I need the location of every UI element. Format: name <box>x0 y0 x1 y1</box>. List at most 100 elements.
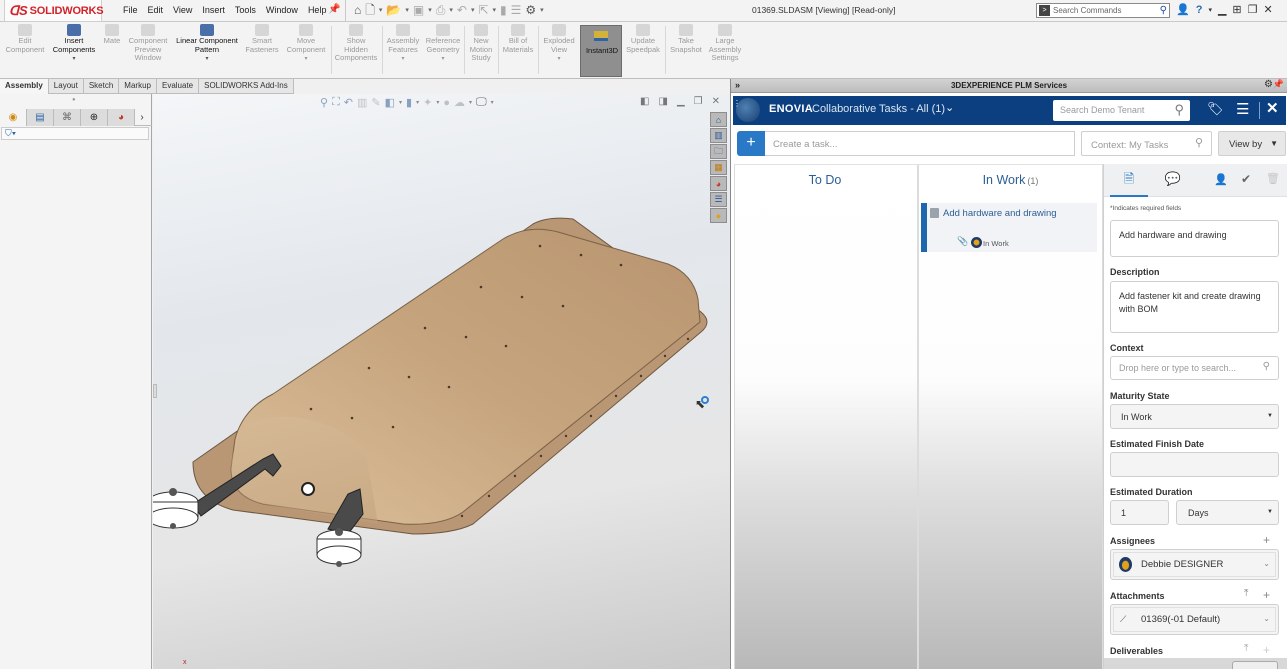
assign-user-icon[interactable]: 👤 <box>1214 173 1228 186</box>
assembly-model[interactable] <box>153 94 730 669</box>
tab-layout[interactable]: Layout <box>48 79 84 94</box>
mate-button[interactable]: Mate <box>100 24 124 46</box>
file-properties-icon[interactable]: ☰ <box>511 3 522 17</box>
design-library-icon[interactable]: ▥ <box>710 128 727 143</box>
dimxpert-icon[interactable]: ⊕ <box>81 109 108 126</box>
chevron-down-icon[interactable]: ▾ <box>405 6 409 14</box>
panel-grip-icon[interactable]: ● <box>72 97 76 103</box>
checkmark-icon[interactable]: ✔ <box>1241 172 1251 186</box>
instant3d-button[interactable]: Instant3D <box>580 25 622 77</box>
title-field[interactable]: Add hardware and drawing <box>1110 220 1279 257</box>
footer-button[interactable] <box>1232 661 1278 669</box>
solidworks-logo[interactable]: ꓷS SOLIDWORKS <box>4 0 104 22</box>
close-icon[interactable]: ✕ <box>1264 3 1273 16</box>
context-field[interactable]: Drop here or type to search... ⚲ <box>1110 356 1279 380</box>
configuration-manager-icon[interactable]: ⌘ <box>54 109 81 126</box>
upload-icon[interactable]: ⤒ <box>1244 588 1248 599</box>
user-icon[interactable]: 👤 <box>1176 3 1190 16</box>
add-task-button[interactable]: + <box>737 131 765 156</box>
search-icon[interactable]: ⚲ <box>1174 102 1184 118</box>
assembly-features-button[interactable]: Assembly Features ▾ <box>385 24 421 62</box>
print-icon[interactable]: ⎙ <box>436 3 446 17</box>
chevron-down-icon[interactable]: ▾ <box>1208 6 1212 14</box>
add-attachment-icon[interactable]: + <box>1263 588 1270 602</box>
menu-insert[interactable]: Insert <box>197 4 230 16</box>
reference-geometry-button[interactable]: Reference Geometry ▾ <box>424 24 462 62</box>
upload-icon[interactable]: ⤒ <box>1244 643 1248 654</box>
smart-fasteners-button[interactable]: Smart Fasteners <box>243 24 281 54</box>
close-icon[interactable]: ✕ <box>1266 99 1279 117</box>
options-gear-icon[interactable]: ⚙ <box>525 3 536 17</box>
gear-icon[interactable]: ⚙ <box>1264 79 1273 90</box>
component-preview-window-button[interactable]: Component Preview Window <box>126 24 170 63</box>
drag-handle-icon[interactable]: ⋮ <box>733 100 741 108</box>
menu-tools[interactable]: Tools <box>230 4 261 16</box>
home-icon[interactable]: ⌂ <box>354 3 361 17</box>
select-icon[interactable]: ⇱ <box>478 3 488 17</box>
undo-icon[interactable]: ↶ <box>457 3 467 17</box>
rebuild-icon[interactable]: ▮ <box>500 3 507 17</box>
new-motion-study-button[interactable]: New Motion Study <box>466 24 496 63</box>
tab-sketch[interactable]: Sketch <box>83 79 120 94</box>
attachment-item[interactable]: ⟋ 01369(-01 Default) ⌄ <box>1110 604 1279 635</box>
save-icon[interactable]: ▣ <box>413 3 424 17</box>
duration-unit-select[interactable]: Days ▼ <box>1176 500 1279 525</box>
menu-window[interactable]: Window <box>261 4 303 16</box>
edit-component-button[interactable]: Edit Component <box>4 24 46 54</box>
properties-tab-icon[interactable]: 🗎 <box>1110 164 1148 197</box>
chevron-down-icon[interactable]: ▾ <box>540 6 544 14</box>
search-icon[interactable]: ⚲ <box>1195 136 1203 149</box>
minimize-icon[interactable]: ▁ <box>1218 3 1226 16</box>
context-filter-input[interactable]: Context: My Tasks ⚲ <box>1081 131 1212 156</box>
property-manager-icon[interactable]: ▤ <box>27 109 54 126</box>
featuremanager-tree-icon[interactable]: ◉ <box>0 109 27 126</box>
tag-icon[interactable]: 🏷 <box>1207 101 1224 117</box>
chevron-down-icon[interactable]: ▾ <box>441 55 444 62</box>
maturity-state-select[interactable]: In Work ▼ <box>1110 404 1279 429</box>
assignee-item[interactable]: Debbie DESIGNER ⌄ <box>1110 549 1279 580</box>
bill-of-materials-button[interactable]: Bill of Materials <box>500 24 536 54</box>
menu-view[interactable]: View <box>168 4 197 16</box>
tenant-search-input[interactable]: Search Demo Tenant ⚲ <box>1053 100 1190 121</box>
chevron-down-icon[interactable]: ⌄ <box>945 101 954 114</box>
file-explorer-icon[interactable]: 🗀 <box>710 144 727 159</box>
tab-evaluate[interactable]: Evaluate <box>156 79 200 94</box>
appearances-icon[interactable]: ◕ <box>710 176 727 191</box>
description-field[interactable]: Add fastener kit and create drawing with… <box>1110 281 1279 333</box>
app-title[interactable]: Collaborative Tasks - All (1) <box>812 103 945 115</box>
tab-solidworks-add-ins[interactable]: SOLIDWORKS Add-Ins <box>199 79 294 94</box>
task-card[interactable]: Add hardware and drawing 📎 In Work <box>921 203 1097 252</box>
take-snapshot-button[interactable]: Take Snapshot <box>667 24 705 54</box>
chevron-down-icon[interactable]: ⌄ <box>1263 614 1270 623</box>
comments-tab-icon[interactable]: 💬 <box>1156 164 1190 197</box>
display-manager-icon[interactable]: ◕ <box>108 109 135 126</box>
update-speedpak-button[interactable]: Update Speedpak <box>624 24 662 54</box>
trash-icon[interactable]: 🗑 <box>1266 172 1280 185</box>
show-hidden-components-button[interactable]: Show Hidden Components <box>333 24 379 63</box>
chevron-down-icon[interactable]: ▾ <box>72 55 75 62</box>
chevron-down-icon[interactable]: ▾ <box>428 6 432 14</box>
tile-icon[interactable]: ⊞ <box>1232 3 1241 16</box>
hamburger-menu-icon[interactable]: ☰ <box>1236 100 1249 118</box>
create-task-input[interactable]: Create a task... <box>765 131 1075 156</box>
open-folder-icon[interactable]: 📂 <box>386 3 401 17</box>
chevron-down-icon[interactable]: ▾ <box>493 6 497 14</box>
insert-components-button[interactable]: Insert Components ▾ <box>50 24 98 62</box>
task-title[interactable]: Add hardware and drawing <box>943 208 1057 219</box>
help-icon[interactable]: ? <box>1196 4 1203 16</box>
finish-date-field[interactable] <box>1110 452 1279 477</box>
view-by-button[interactable]: View by ▼ <box>1218 131 1286 156</box>
move-component-button[interactable]: Move Component ▾ <box>284 24 328 62</box>
3dexperience-icon[interactable]: ● <box>710 208 727 223</box>
pin-menu-icon[interactable]: 📌 <box>328 4 340 15</box>
large-assembly-settings-button[interactable]: Large Assembly Settings <box>706 24 744 63</box>
chevron-down-icon[interactable]: ▾ <box>205 55 208 62</box>
search-icon[interactable]: ⚲ <box>1263 361 1270 372</box>
linear-component-pattern-button[interactable]: Linear Component Pattern ▾ <box>173 24 241 62</box>
tab-markup[interactable]: Markup <box>119 79 157 94</box>
search-icon[interactable]: ⚲ <box>1160 5 1167 16</box>
restore-icon[interactable]: ❐ <box>1248 3 1258 16</box>
add-assignee-icon[interactable]: + <box>1263 533 1270 547</box>
search-commands-input[interactable]: > Search Commands ⚲ <box>1036 3 1170 18</box>
duration-value-field[interactable]: 1 <box>1110 500 1169 525</box>
